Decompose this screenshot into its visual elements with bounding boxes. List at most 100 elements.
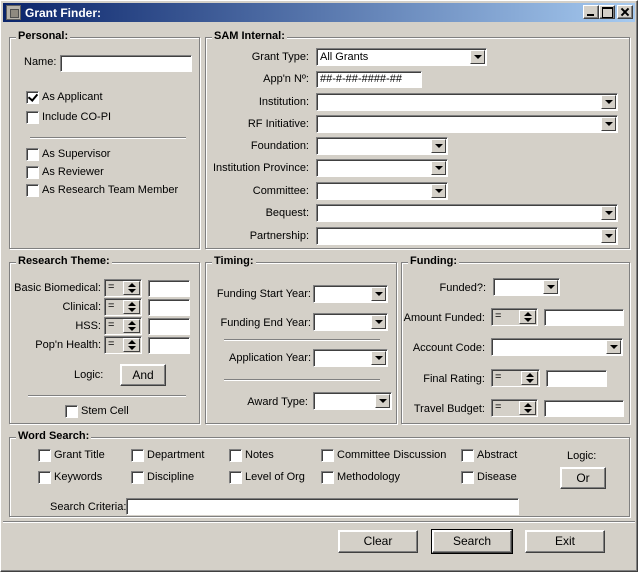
personal-group-label: Personal: <box>16 30 71 42</box>
spinner-icon[interactable] <box>519 310 536 324</box>
institution-province-select[interactable] <box>316 159 448 177</box>
funding-start-year-label: Funding Start Year: <box>216 288 311 300</box>
funded-select[interactable] <box>493 278 560 296</box>
methodology-checkbox[interactable] <box>321 471 334 484</box>
include-copi-checkbox[interactable] <box>26 111 39 124</box>
discipline-checkbox[interactable] <box>131 471 144 484</box>
basic-biomedical-operator[interactable]: = <box>104 279 142 297</box>
as-supervisor-checkbox[interactable] <box>26 148 39 161</box>
popn-health-input[interactable] <box>148 337 190 354</box>
close-button[interactable] <box>617 5 633 19</box>
committee-select[interactable] <box>316 182 448 200</box>
chevron-down-icon[interactable] <box>543 280 558 294</box>
grant-type-value: All Grants <box>320 51 369 63</box>
spinner-icon[interactable] <box>123 338 140 352</box>
final-rating-input[interactable] <box>546 370 607 387</box>
popn-health-operator[interactable]: = <box>104 336 142 354</box>
department-checkbox[interactable] <box>131 449 144 462</box>
funded-label: Funded?: <box>439 282 486 294</box>
exit-button[interactable]: Exit <box>525 530 605 553</box>
name-input[interactable] <box>60 55 192 72</box>
account-code-select[interactable] <box>491 338 623 356</box>
clinical-operator[interactable]: = <box>104 298 142 316</box>
chevron-down-icon[interactable] <box>601 117 616 131</box>
title-bar[interactable]: Grant Finder: <box>3 3 635 22</box>
as-applicant-checkbox[interactable] <box>26 91 39 104</box>
personal-group: Personal: Name: As Applicant Include CO-… <box>9 30 200 249</box>
travel-budget-operator[interactable]: = <box>491 399 538 417</box>
chevron-down-icon[interactable] <box>601 206 616 220</box>
chevron-down-icon[interactable] <box>601 229 616 243</box>
hss-input[interactable] <box>148 318 190 335</box>
spinner-icon[interactable] <box>521 371 538 385</box>
account-code-label: Account Code: <box>412 342 485 354</box>
chevron-down-icon[interactable] <box>431 184 446 198</box>
level-of-org-checkbox[interactable] <box>229 471 242 484</box>
chevron-down-icon[interactable] <box>431 139 446 153</box>
grant-title-checkbox[interactable] <box>38 449 51 462</box>
funding-end-year-select[interactable] <box>313 313 388 331</box>
notes-label: Notes <box>245 449 274 461</box>
search-button[interactable]: Search <box>431 529 513 554</box>
appn-number-input[interactable]: ##-#-##-####-## <box>316 71 422 88</box>
bequest-label: Bequest: <box>265 207 309 219</box>
research-logic-label: Logic: <box>74 369 104 381</box>
grant-type-select[interactable]: All Grants <box>316 48 487 66</box>
spinner-icon[interactable] <box>123 319 140 333</box>
funding-start-year-select[interactable] <box>313 285 388 303</box>
search-criteria-input[interactable] <box>126 498 519 515</box>
abstract-checkbox[interactable] <box>461 449 474 462</box>
word-search-logic-button[interactable]: Or <box>560 467 606 489</box>
chevron-down-icon[interactable] <box>606 340 621 354</box>
rf-initiative-select[interactable] <box>316 115 618 133</box>
institution-select[interactable] <box>316 93 618 111</box>
as-reviewer-checkbox[interactable] <box>26 166 39 179</box>
committee-discussion-checkbox[interactable] <box>321 449 334 462</box>
chevron-down-icon[interactable] <box>470 50 485 64</box>
methodology-label: Methodology <box>337 471 400 483</box>
spinner-icon[interactable] <box>123 300 140 314</box>
grant-title-label: Grant Title <box>54 449 105 461</box>
chevron-down-icon[interactable] <box>601 95 616 109</box>
disease-checkbox[interactable] <box>461 471 474 484</box>
maximize-button[interactable] <box>599 5 615 19</box>
travel-budget-input[interactable] <box>544 400 624 417</box>
application-year-select[interactable] <box>313 349 388 367</box>
spinner-icon[interactable] <box>123 281 140 295</box>
clinical-input[interactable] <box>148 299 190 316</box>
stem-cell-checkbox[interactable] <box>65 405 78 418</box>
hss-operator[interactable]: = <box>104 317 142 335</box>
chevron-down-icon[interactable] <box>371 315 386 329</box>
level-of-org-label: Level of Org <box>245 471 305 483</box>
as-applicant-label: As Applicant <box>42 91 103 103</box>
final-rating-operator[interactable]: = <box>491 369 540 387</box>
award-type-select[interactable] <box>313 392 392 410</box>
chevron-down-icon[interactable] <box>371 351 386 365</box>
stem-cell-label: Stem Cell <box>81 405 129 417</box>
chevron-down-icon[interactable] <box>375 394 390 408</box>
sam-internal-group-label: SAM Internal: <box>212 30 287 42</box>
as-supervisor-label: As Supervisor <box>42 148 111 160</box>
as-research-team-checkbox[interactable] <box>26 184 39 197</box>
spinner-icon[interactable] <box>519 401 536 415</box>
notes-checkbox[interactable] <box>229 449 242 462</box>
hss-label: HSS: <box>75 320 101 332</box>
timing-separator-1 <box>224 339 380 341</box>
chevron-down-icon[interactable] <box>371 287 386 301</box>
clear-button[interactable]: Clear <box>338 530 418 553</box>
keywords-label: Keywords <box>54 471 103 483</box>
bequest-select[interactable] <box>316 204 618 222</box>
minimize-button[interactable] <box>583 5 599 19</box>
app-icon <box>6 5 21 20</box>
name-label: Name: <box>24 56 57 68</box>
chevron-down-icon[interactable] <box>431 161 446 175</box>
personal-separator <box>30 137 186 139</box>
partnership-select[interactable] <box>316 227 618 245</box>
research-logic-button[interactable]: And <box>120 364 166 386</box>
basic-biomedical-input[interactable] <box>148 280 190 297</box>
amount-funded-operator[interactable]: = <box>491 308 538 326</box>
amount-funded-input[interactable] <box>544 309 624 326</box>
foundation-select[interactable] <box>316 137 448 155</box>
keywords-checkbox[interactable] <box>38 471 51 484</box>
funding-end-year-label: Funding End Year: <box>220 317 311 329</box>
